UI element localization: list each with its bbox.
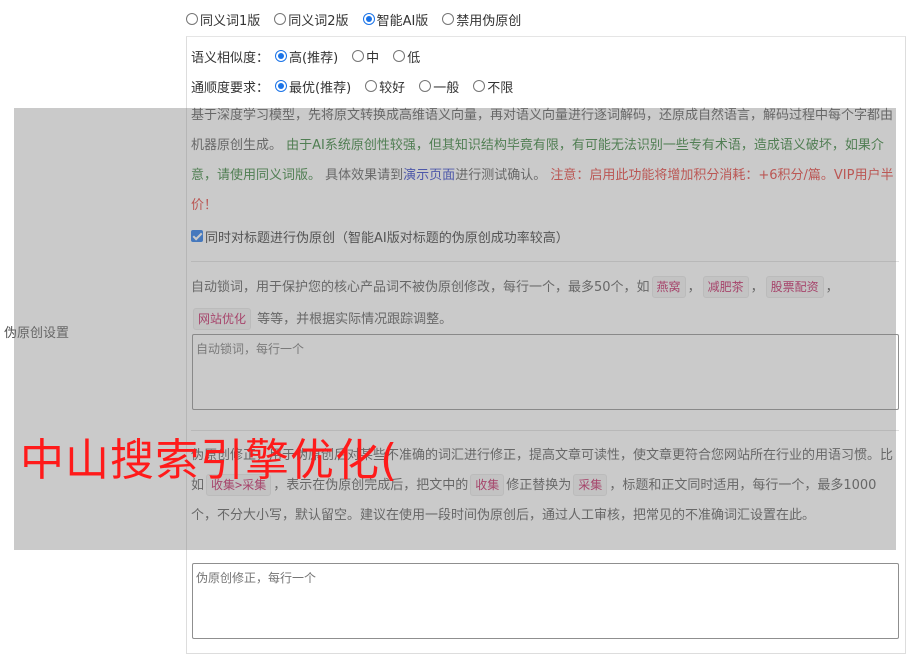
similarity-option-medium[interactable]: 中 [352, 47, 379, 66]
similarity-title: 语义相似度： [191, 50, 270, 66]
version-option-disable[interactable]: 禁用伪原创 [442, 10, 521, 29]
radio-icon[interactable] [442, 13, 455, 25]
example-tag: 收集 [470, 474, 505, 496]
ai-description: 基于深度学习模型，先将原文转换成高维语义向量，再对语义向量进行逐词解码，还原成自… [191, 108, 894, 213]
radio-icon[interactable] [419, 80, 432, 92]
example-tag: 网站优化 [193, 308, 252, 330]
version-option-synonym1[interactable]: 同义词1版 [186, 10, 260, 29]
fluency-option-normal[interactable]: 一般 [419, 77, 459, 96]
title-rewrite-checkbox[interactable] [191, 230, 203, 242]
fluency-option-good[interactable]: 较好 [365, 77, 405, 96]
divider [191, 261, 899, 262]
version-option-synonym2[interactable]: 同义词2版 [274, 10, 349, 29]
correction-input[interactable] [192, 563, 899, 639]
similarity-row: 语义相似度： 高(推荐) 中 低 [191, 46, 434, 66]
section-label: 伪原创设置 [4, 326, 70, 341]
title-rewrite-row[interactable]: 同时对标题进行伪原创（智能AI版对标题的伪原创成功率较高） [191, 226, 569, 246]
radio-icon[interactable] [186, 13, 198, 25]
fluency-title: 通顺度要求： [191, 80, 270, 96]
radio-icon[interactable] [274, 13, 287, 25]
version-radio-group: 同义词1版 同义词2版 智能AI版 禁用伪原创 [186, 10, 535, 29]
radio-icon[interactable] [365, 80, 378, 92]
fluency-option-best[interactable]: 最优(推荐) [275, 77, 351, 96]
lock-words-description: 自动锁词，用于保护您的核心产品词不被伪原创修改，每行一个，最多50个，如 燕窝，减… [191, 272, 899, 336]
watermark-text: 中山搜索引擎优化( [20, 435, 399, 486]
example-tag: 减肥茶 [702, 276, 749, 298]
fluency-row: 通顺度要求： 最优(推荐) 较好 一般 不限 [191, 76, 527, 96]
lock-words-input[interactable] [192, 334, 899, 410]
example-tag: 股票配资 [765, 276, 824, 298]
radio-selected-icon[interactable] [275, 50, 288, 62]
similarity-option-high[interactable]: 高(推荐) [275, 47, 338, 66]
fluency-option-unlimited[interactable]: 不限 [473, 77, 513, 96]
radio-icon[interactable] [473, 80, 486, 92]
radio-icon[interactable] [393, 50, 406, 62]
example-tag: 采集 [573, 474, 608, 496]
radio-icon[interactable] [352, 50, 365, 62]
radio-selected-icon[interactable] [275, 80, 288, 92]
radio-selected-icon[interactable] [362, 13, 375, 25]
version-option-ai[interactable]: 智能AI版 [362, 10, 428, 29]
title-rewrite-label: 同时对标题进行伪原创（智能AI版对标题的伪原创成功率较高） [205, 230, 569, 246]
similarity-option-low[interactable]: 低 [393, 47, 420, 66]
example-tag: 燕窝 [651, 276, 686, 298]
demo-page-link[interactable]: 演示页面 [403, 168, 455, 183]
